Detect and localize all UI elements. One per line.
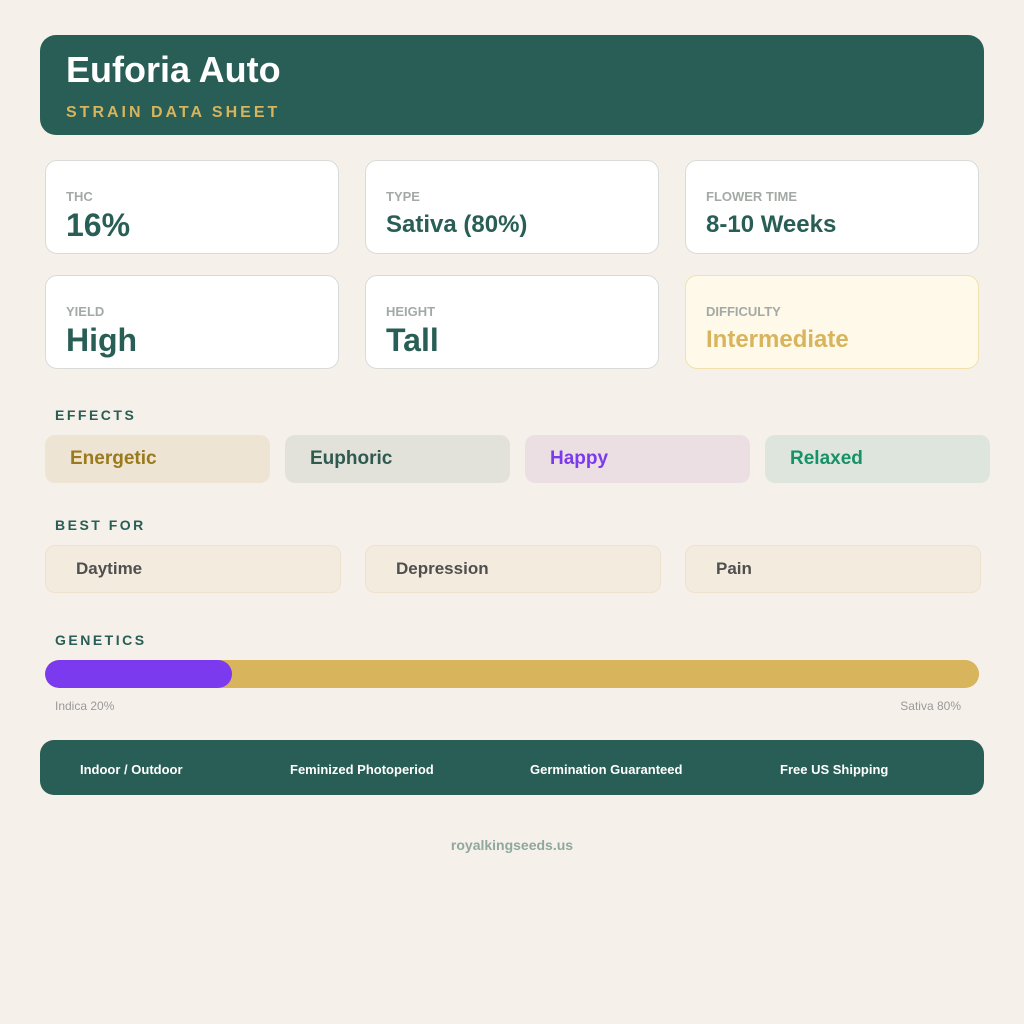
header-banner: Euforia Auto STRAIN DATA SHEET xyxy=(40,35,984,135)
sheet-subtitle: STRAIN DATA SHEET xyxy=(66,104,281,121)
effects-title: EFFECTS xyxy=(55,407,137,423)
flower-time-label: FLOWER TIME xyxy=(706,189,797,204)
difficulty-card: DIFFICULTY Intermediate xyxy=(685,275,979,369)
flower-time-card: FLOWER TIME 8-10 Weeks xyxy=(685,160,979,254)
thc-label: THC xyxy=(66,189,93,204)
strain-name: Euforia Auto xyxy=(66,49,281,90)
height-card: HEIGHT Tall xyxy=(365,275,659,369)
effect-tag-euphoric: Euphoric xyxy=(285,435,510,483)
difficulty-value: Intermediate xyxy=(706,326,849,353)
website-link[interactable]: royalkingseeds.us xyxy=(0,837,1024,853)
height-label: HEIGHT xyxy=(386,304,436,319)
difficulty-label: DIFFICULTY xyxy=(706,304,781,319)
type-label: TYPE xyxy=(386,189,420,204)
effect-tag-happy: Happy xyxy=(525,435,750,483)
type-card: TYPE Sativa (80%) xyxy=(365,160,659,254)
genetics-title: GENETICS xyxy=(55,632,147,648)
effect-tag-relaxed: Relaxed xyxy=(765,435,990,483)
thc-value: 16% xyxy=(66,207,131,243)
genetics-bar xyxy=(45,660,979,688)
type-value: Sativa (80%) xyxy=(386,211,528,238)
yield-label: YIELD xyxy=(66,304,105,319)
feature-indoor-outdoor: Indoor / Outdoor xyxy=(80,762,183,777)
feature-germination: Germination Guaranteed xyxy=(530,762,683,777)
height-value: Tall xyxy=(386,322,439,358)
yield-value: High xyxy=(66,322,138,358)
indica-percent-label: Indica 20% xyxy=(55,699,115,713)
genetics-bar-indica xyxy=(45,660,232,688)
genetics-bar-sativa xyxy=(232,660,979,688)
flower-time-value: 8-10 Weeks xyxy=(706,211,837,238)
best-for-item-daytime: Daytime xyxy=(45,545,341,593)
features-bar: Indoor / Outdoor Feminized Photoperiod G… xyxy=(40,740,984,795)
best-for-item-depression: Depression xyxy=(365,545,661,593)
sativa-percent-label: Sativa 80% xyxy=(900,699,961,713)
thc-card: THC 16% xyxy=(45,160,339,254)
yield-card: YIELD High xyxy=(45,275,339,369)
feature-feminized: Feminized Photoperiod xyxy=(290,762,434,777)
best-for-title: BEST FOR xyxy=(55,517,146,533)
best-for-item-pain: Pain xyxy=(685,545,981,593)
feature-shipping: Free US Shipping xyxy=(780,762,889,777)
effect-tag-energetic: Energetic xyxy=(45,435,270,483)
